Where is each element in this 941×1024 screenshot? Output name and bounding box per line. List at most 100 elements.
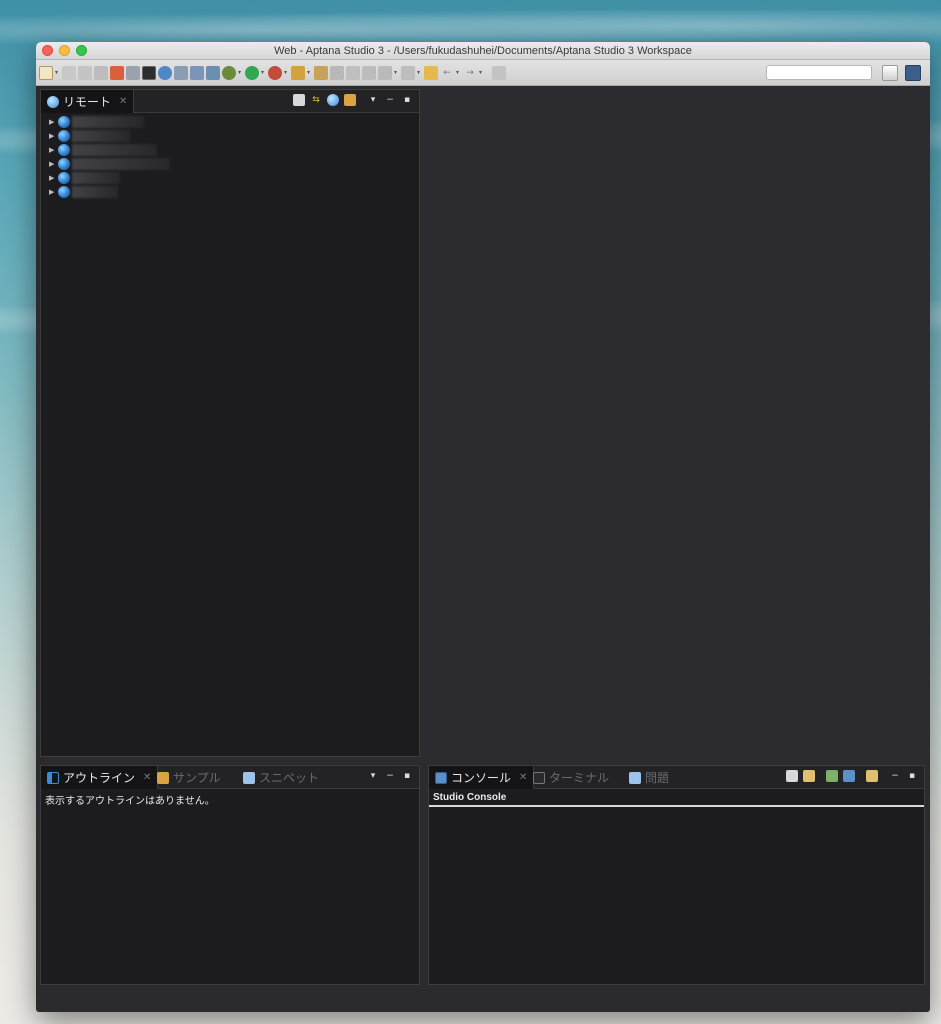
tool-icon[interactable] <box>291 65 305 80</box>
run-icon[interactable] <box>245 65 259 80</box>
forward-icon[interactable]: → <box>463 66 477 80</box>
prev-annotation-icon[interactable] <box>378 65 392 80</box>
annotation-icon[interactable] <box>346 65 360 80</box>
chevron-down-icon[interactable]: ▾ <box>479 66 484 80</box>
chevron-down-icon[interactable]: ▾ <box>238 66 243 80</box>
chevron-down-icon[interactable]: ▾ <box>284 66 289 80</box>
tab-problems[interactable]: 問題 <box>623 766 675 789</box>
chevron-down-icon[interactable]: ▾ <box>261 66 266 80</box>
deploy-icon[interactable] <box>206 65 220 80</box>
view-menu-icon[interactable]: ▾ <box>367 770 379 782</box>
new-connection-icon[interactable] <box>327 94 339 106</box>
next-annotation-icon[interactable] <box>362 65 376 80</box>
tree-row[interactable]: ▶ <box>41 171 419 185</box>
minimize-window-button[interactable] <box>59 45 70 56</box>
folder-icon[interactable] <box>314 65 328 80</box>
history-icon[interactable] <box>401 65 415 80</box>
maximize-icon[interactable]: ▪ <box>906 770 918 782</box>
globe-icon <box>58 144 70 156</box>
build-icon[interactable] <box>222 65 236 80</box>
outline-panel: アウトライン ✕ サンプル スニペット ▾ − ▪ 表示するアウトラインはありま… <box>40 765 420 985</box>
tab-console[interactable]: コンソール ✕ <box>429 766 535 789</box>
bug-icon[interactable] <box>190 65 204 80</box>
tree-row[interactable]: ▶ <box>41 143 419 157</box>
tab-samples[interactable]: サンプル <box>151 766 227 789</box>
clear-console-icon[interactable] <box>786 770 798 782</box>
connection-name <box>72 116 144 128</box>
chevron-down-icon[interactable]: ▾ <box>55 66 60 80</box>
open-perspective-icon[interactable] <box>882 65 898 81</box>
samples-icon <box>157 771 169 784</box>
app-window: Web - Aptana Studio 3 - /Users/fukudashu… <box>36 42 930 1012</box>
connection-name <box>72 172 120 184</box>
expand-arrow-icon[interactable]: ▶ <box>49 160 56 168</box>
web-perspective-icon[interactable] <box>905 65 921 81</box>
search-input[interactable] <box>766 65 872 80</box>
new-icon[interactable] <box>39 65 53 80</box>
minimize-icon[interactable]: − <box>384 770 396 782</box>
browser-icon[interactable] <box>126 65 140 80</box>
save-icon[interactable] <box>62 65 76 80</box>
maximize-icon[interactable]: ▪ <box>401 94 413 106</box>
minimize-icon[interactable]: − <box>889 770 901 782</box>
tab-terminal[interactable]: ターミナル <box>527 766 615 789</box>
globe-icon <box>58 158 70 170</box>
maximize-icon[interactable]: ▪ <box>401 770 413 782</box>
open-console-icon[interactable] <box>866 770 878 782</box>
connection-name <box>72 158 170 170</box>
chevron-down-icon[interactable]: ▾ <box>394 66 399 80</box>
chevron-down-icon[interactable]: ▾ <box>307 66 312 80</box>
sync-icon[interactable]: ⇆ <box>310 94 322 106</box>
scroll-lock-icon[interactable] <box>803 770 815 782</box>
minimize-icon[interactable]: − <box>384 94 396 106</box>
console-panel: コンソール ✕ ターミナル 問題 − ▪ Studio Console <box>428 765 925 985</box>
tree-row[interactable]: ▶ <box>41 157 419 171</box>
console-output[interactable] <box>429 807 924 977</box>
collapse-icon[interactable] <box>293 94 305 106</box>
gear-icon[interactable] <box>158 65 172 80</box>
console-name: Studio Console <box>429 789 924 807</box>
pencil-icon[interactable] <box>330 65 344 80</box>
tab-outline[interactable]: アウトライン ✕ <box>41 766 159 789</box>
terminal-icon[interactable] <box>142 65 156 80</box>
remote-tree: ▶ ▶ ▶ ▶ ▶ ▶ <box>41 113 419 199</box>
window-controls <box>42 45 87 56</box>
globe-icon <box>47 95 59 108</box>
debug-icon[interactable] <box>268 65 282 80</box>
tree-row[interactable]: ▶ <box>41 185 419 199</box>
last-edit-icon[interactable] <box>424 65 438 80</box>
outline-empty-message: 表示するアウトラインはありません。 <box>45 796 215 807</box>
tab-snippets[interactable]: スニペット <box>237 766 325 789</box>
editor-area[interactable] <box>420 87 930 763</box>
outline-panel-header: アウトライン ✕ サンプル スニペット ▾ − ▪ <box>41 766 419 789</box>
zoom-window-button[interactable] <box>76 45 87 56</box>
chevron-down-icon[interactable]: ▾ <box>456 66 461 80</box>
terminal-icon <box>533 771 545 784</box>
home-icon[interactable] <box>110 65 124 80</box>
tree-row[interactable]: ▶ <box>41 129 419 143</box>
link-icon[interactable] <box>174 65 188 80</box>
chevron-down-icon[interactable]: ▾ <box>417 66 422 80</box>
close-window-button[interactable] <box>42 45 53 56</box>
pin-icon[interactable] <box>492 65 506 80</box>
view-menu-icon[interactable]: ▾ <box>367 94 379 106</box>
back-icon[interactable]: ← <box>440 66 454 80</box>
pin-console-icon[interactable] <box>826 770 838 782</box>
expand-arrow-icon[interactable]: ▶ <box>49 174 56 182</box>
console-icon <box>435 771 447 784</box>
save-all-icon[interactable] <box>78 65 92 80</box>
tab-remote[interactable]: リモート ✕ <box>41 90 135 113</box>
console-panel-header: コンソール ✕ ターミナル 問題 − ▪ <box>429 766 924 789</box>
expand-arrow-icon[interactable]: ▶ <box>49 132 56 140</box>
title-bar[interactable]: Web - Aptana Studio 3 - /Users/fukudashu… <box>36 42 930 60</box>
expand-arrow-icon[interactable]: ▶ <box>49 118 56 126</box>
remote-panel-header: リモート ✕ ⇆ ▾ − ▪ <box>41 90 419 113</box>
package-icon[interactable] <box>344 94 356 106</box>
tree-row[interactable]: ▶ <box>41 115 419 129</box>
display-console-icon[interactable] <box>843 770 855 782</box>
remote-panel-tools: ⇆ ▾ − ▪ <box>293 94 413 106</box>
expand-arrow-icon[interactable]: ▶ <box>49 188 56 196</box>
expand-arrow-icon[interactable]: ▶ <box>49 146 56 154</box>
print-icon[interactable] <box>94 65 108 80</box>
close-icon[interactable]: ✕ <box>119 96 127 107</box>
